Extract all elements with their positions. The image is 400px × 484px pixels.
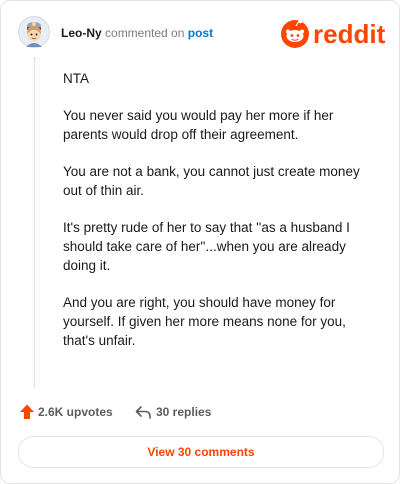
view-comments-button[interactable]: View 30 comments: [18, 436, 384, 468]
reddit-wordmark: reddit: [313, 19, 386, 49]
upvote-count: 2.6K upvotes: [38, 405, 113, 419]
thread-line: [34, 57, 35, 387]
comment-paragraph: NTA: [63, 71, 89, 86]
comment-paragraph: You never said you would pay her more if…: [63, 108, 334, 142]
upvote-arrow-icon: [20, 404, 34, 419]
avatar-icon[interactable]: [18, 16, 50, 48]
author-name[interactable]: Leo-Ny: [61, 26, 102, 40]
replies-count: 30 replies: [156, 405, 212, 419]
comment-body: NTA You never said you would pay her mor…: [63, 69, 375, 368]
comment-footer: 2.6K upvotes 30 replies: [18, 400, 378, 424]
comment-paragraph: It's pretty rude of her to say that ''as…: [63, 220, 350, 273]
comment-paragraph: And you are right, you should have money…: [63, 295, 346, 348]
post-link[interactable]: post: [188, 26, 213, 40]
reply-arrow-icon: [135, 406, 151, 419]
comment-header: Leo-Ny commented on post reddit: [1, 1, 399, 65]
comment-meta: Leo-Ny commented on post: [61, 26, 213, 40]
comment-card: Leo-Ny commented on post reddit NTA You …: [0, 0, 400, 484]
reddit-logo-icon: reddit: [281, 19, 386, 49]
comment-action-text: commented on: [105, 26, 185, 40]
comment-paragraph: You are not a bank, you cannot just crea…: [63, 164, 360, 198]
